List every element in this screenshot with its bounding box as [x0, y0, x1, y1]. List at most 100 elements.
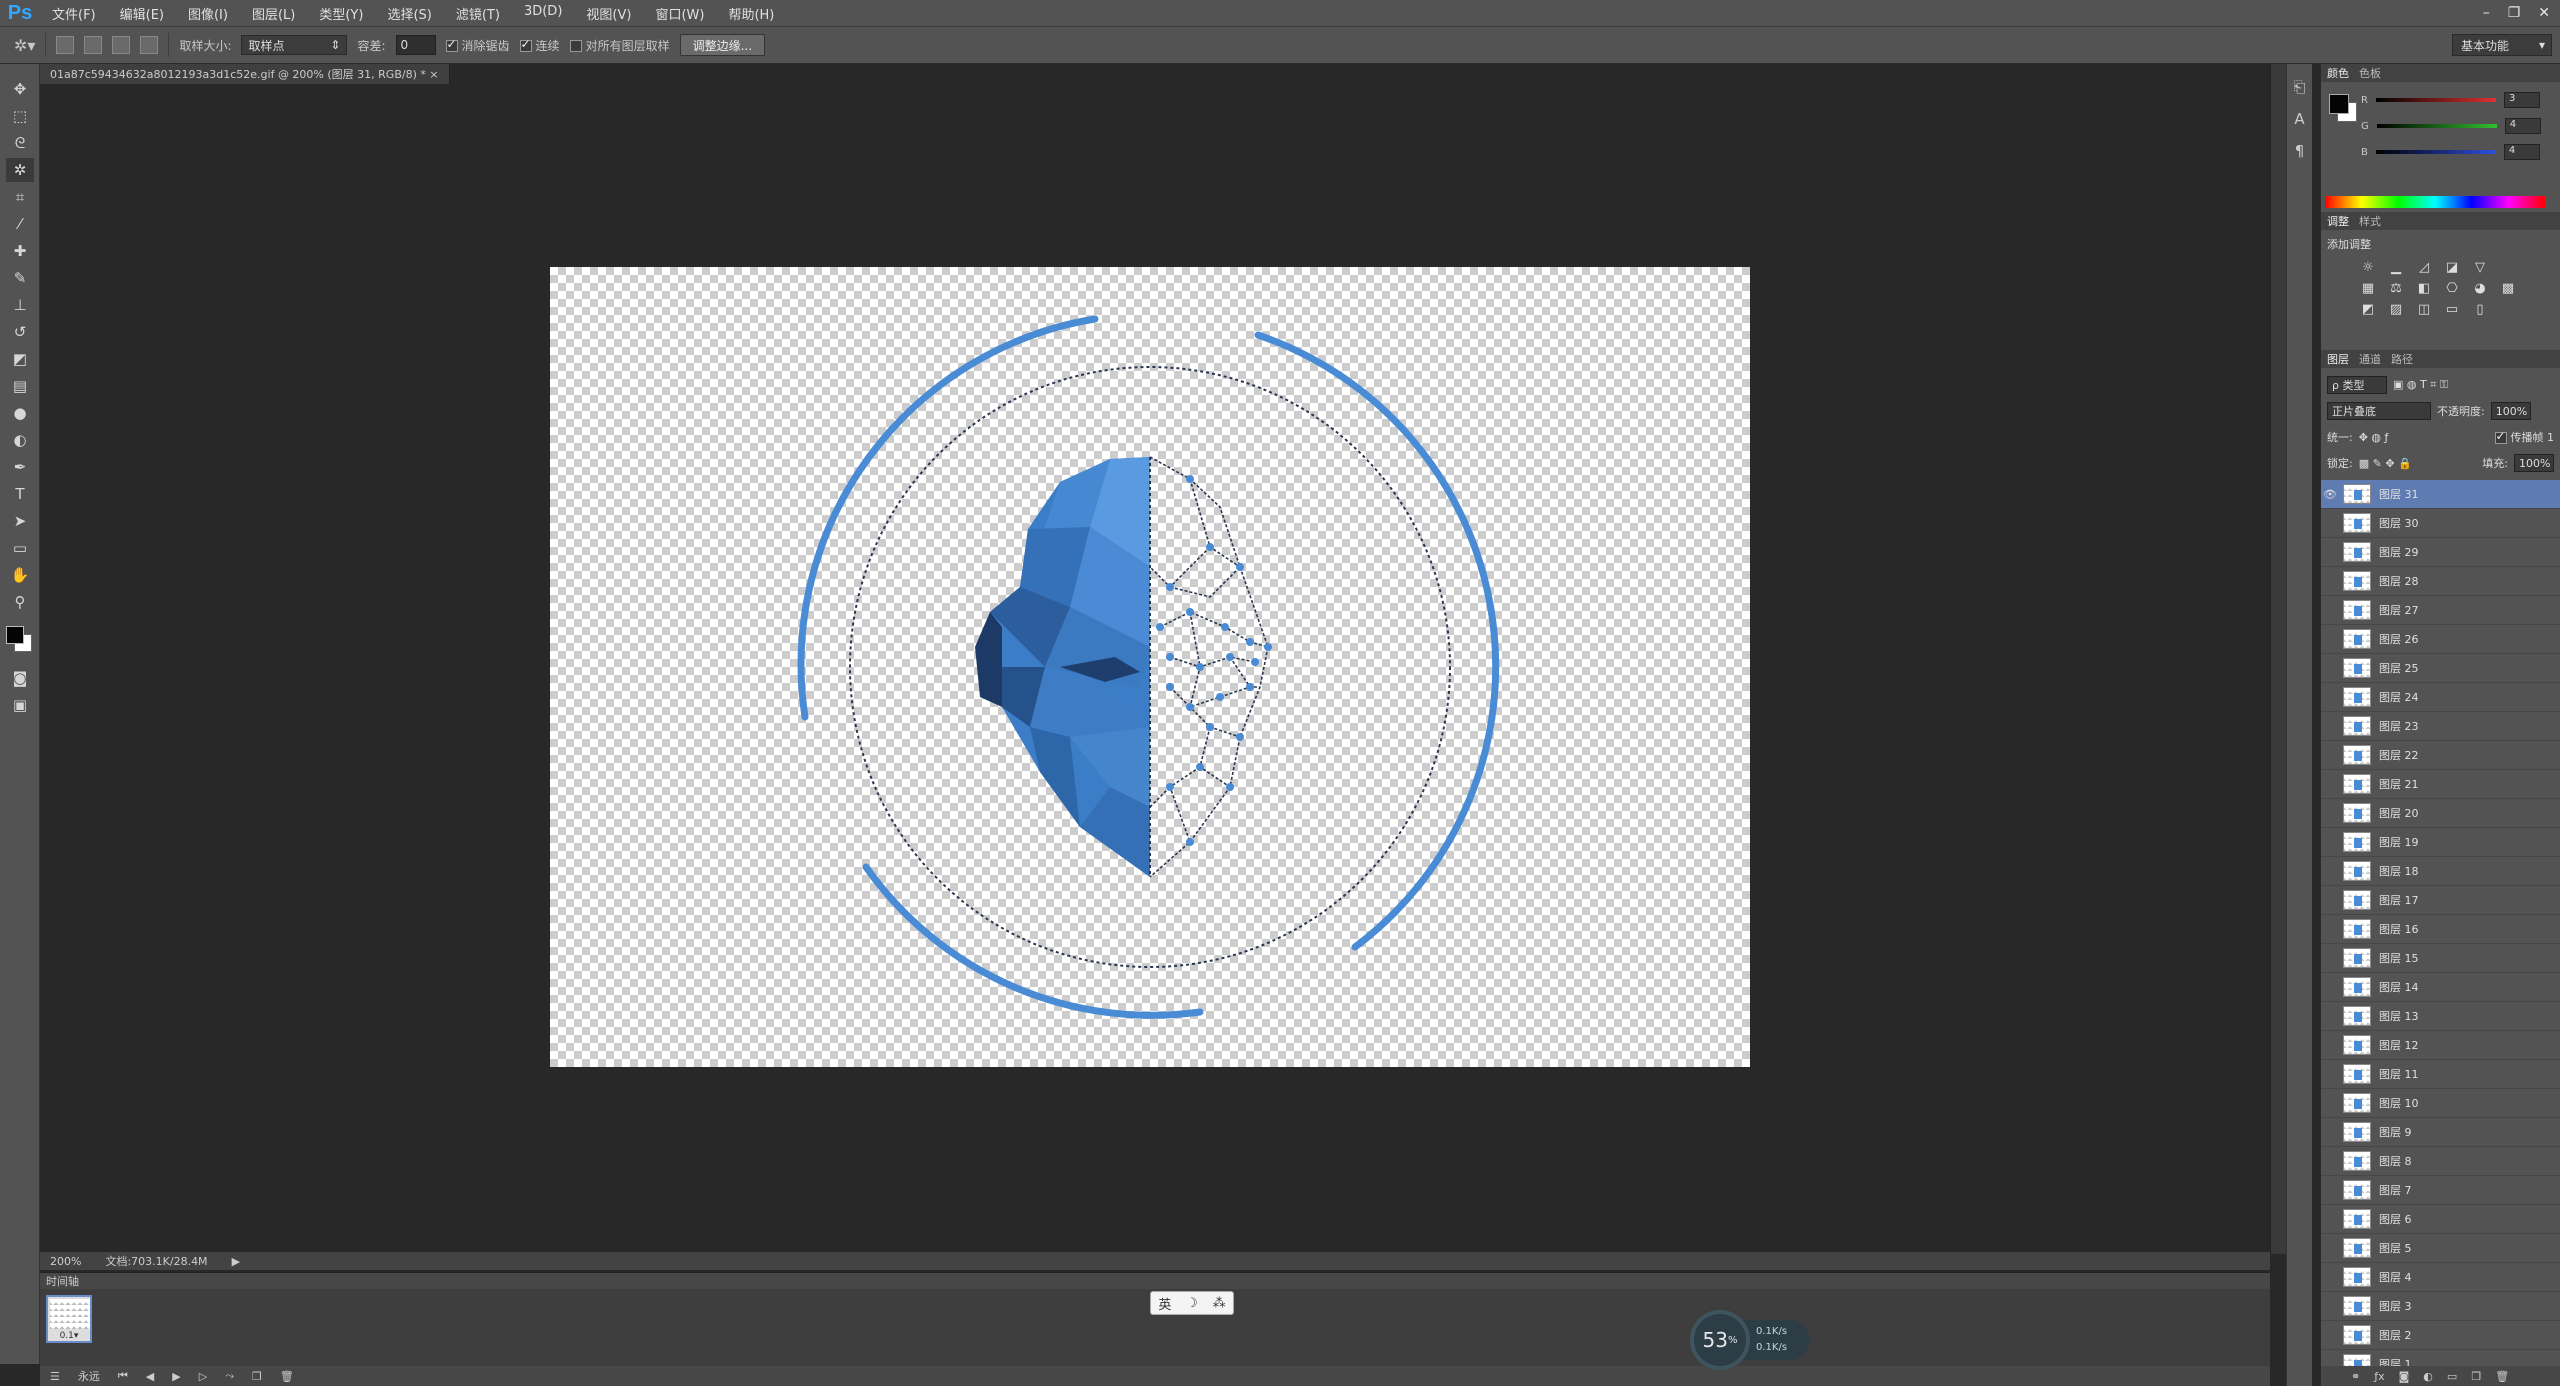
layer-row[interactable]: 图层 2 — [2321, 1321, 2560, 1350]
filter-icons[interactable]: ▣ ◍ T ⌗ ⚿ — [2393, 378, 2448, 392]
menu-item[interactable]: 类型(Y) — [307, 4, 375, 23]
paragraph-panel-icon[interactable]: ¶ — [2287, 142, 2312, 160]
channel-mixer-icon[interactable]: ◕ — [2469, 281, 2491, 296]
channel-value[interactable]: 4 — [2504, 118, 2541, 134]
ime-toolbar[interactable]: 英 ☽ ⁂ — [1150, 1291, 1234, 1315]
color-swatches[interactable] — [2, 622, 38, 658]
color-spectrum[interactable] — [2325, 196, 2545, 208]
posterize-icon[interactable]: ▨ — [2385, 302, 2407, 317]
new-selection-icon[interactable] — [56, 36, 75, 54]
new-layer-icon[interactable]: ❐ — [2471, 1370, 2481, 1383]
eye-icon[interactable]: 👁 — [2321, 488, 2339, 501]
lock-icons[interactable]: ▩ ✎ ✥ 🔒 — [2359, 457, 2412, 470]
tab-paths[interactable]: 路径 — [2391, 351, 2413, 367]
quick-mask-icon[interactable]: ◙ — [6, 666, 34, 690]
channel-slider[interactable] — [2375, 98, 2496, 102]
ime-settings-icon[interactable]: ⁂ — [1213, 1296, 1226, 1311]
group-icon[interactable]: ▭ — [2447, 1370, 2457, 1383]
contiguous-checkbox[interactable]: 连续 — [519, 37, 560, 54]
menu-item[interactable]: 图层(L) — [240, 4, 307, 23]
tab-swatches[interactable]: 色板 — [2359, 65, 2381, 81]
opacity-input[interactable]: 100% — [2490, 402, 2531, 420]
moon-icon[interactable]: ☽ — [1186, 1296, 1198, 1311]
layer-row[interactable]: 图层 25 — [2321, 654, 2560, 683]
zoom-tool-icon[interactable]: ⚲ — [6, 590, 34, 614]
eraser-tool-icon[interactable]: ◩ — [6, 347, 34, 371]
play-icon[interactable]: ▶ — [172, 1370, 180, 1383]
minimize-button[interactable]: – — [2483, 5, 2490, 21]
blur-tool-icon[interactable]: ● — [6, 401, 34, 425]
first-frame-icon[interactable]: ⏮ — [118, 1369, 128, 1383]
layer-row[interactable]: 图层 29 — [2321, 538, 2560, 567]
fill-input[interactable]: 100% — [2514, 454, 2554, 472]
next-frame-icon[interactable]: ▷ — [199, 1370, 207, 1383]
tab-layers[interactable]: 图层 — [2327, 351, 2349, 367]
layer-row[interactable]: 图层 27 — [2321, 596, 2560, 625]
layer-row[interactable]: 图层 18 — [2321, 857, 2560, 886]
lasso-tool-icon[interactable]: ᘓ — [6, 131, 34, 155]
document-canvas[interactable] — [550, 267, 1750, 1067]
foreground-color-swatch[interactable] — [2329, 94, 2349, 114]
layer-row[interactable]: 图层 21 — [2321, 770, 2560, 799]
color-balance-icon[interactable]: ⚖ — [2385, 281, 2407, 296]
intersect-selection-icon[interactable] — [140, 36, 159, 54]
zoom-level[interactable]: 200% — [50, 1255, 81, 1268]
tolerance-input[interactable]: 0 — [395, 35, 436, 55]
layer-row[interactable]: 图层 16 — [2321, 915, 2560, 944]
selective-color-icon[interactable]: ▯ — [2469, 302, 2491, 317]
workspace-select[interactable]: 基本功能 ▾ — [2452, 34, 2552, 56]
type-tool-icon[interactable]: T — [6, 482, 34, 506]
shape-tool-icon[interactable]: ▭ — [6, 536, 34, 560]
curves-icon[interactable]: ◿ — [2413, 260, 2435, 275]
layer-row[interactable]: 图层 15 — [2321, 944, 2560, 973]
black-white-icon[interactable]: ◧ — [2413, 281, 2435, 296]
menu-item[interactable]: 窗口(W) — [643, 4, 716, 23]
crop-tool-icon[interactable]: ⌗ — [6, 185, 34, 209]
refine-edge-button[interactable]: 调整边缘... — [679, 34, 766, 56]
layer-row[interactable]: 图层 14 — [2321, 973, 2560, 1002]
layer-row[interactable]: 图层 13 — [2321, 1002, 2560, 1031]
layer-row[interactable]: 图层 5 — [2321, 1234, 2560, 1263]
loop-select[interactable]: 永远 — [78, 1368, 100, 1384]
layer-row[interactable]: 图层 28 — [2321, 567, 2560, 596]
move-tool-icon[interactable]: ✥ — [6, 77, 34, 101]
magic-wand-tool-icon[interactable]: ✲ — [6, 158, 34, 182]
invert-icon[interactable]: ◩ — [2357, 302, 2379, 317]
dodge-tool-icon[interactable]: ◐ — [6, 428, 34, 452]
delete-layer-icon[interactable]: 🗑 — [2495, 1370, 2509, 1383]
vertical-scrollbar[interactable] — [2270, 64, 2286, 1254]
layer-row[interactable]: 图层 22 — [2321, 741, 2560, 770]
adjustment-layer-icon[interactable]: ◐ — [2423, 1370, 2433, 1383]
tab-adjustments[interactable]: 调整 — [2327, 213, 2349, 229]
menu-item[interactable]: 图像(I) — [176, 4, 240, 23]
restore-button[interactable]: ❐ — [2508, 5, 2521, 21]
stamp-tool-icon[interactable]: ⊥ — [6, 293, 34, 317]
link-layers-icon[interactable]: ⚭ — [2351, 1370, 2360, 1383]
blend-mode-select[interactable]: 正片叠底 — [2327, 402, 2431, 420]
sample-size-select[interactable]: 取样点 ⇕ — [241, 35, 348, 55]
layer-row[interactable]: 图层 12 — [2321, 1031, 2560, 1060]
subtract-selection-icon[interactable] — [112, 36, 131, 54]
menu-item[interactable]: 文件(F) — [40, 4, 108, 23]
vibrance-icon[interactable]: ▽ — [2469, 260, 2491, 275]
color-lookup-icon[interactable]: ▩ — [2497, 281, 2519, 296]
layer-row[interactable]: 图层 3 — [2321, 1292, 2560, 1321]
add-selection-icon[interactable] — [84, 36, 103, 54]
marquee-tool-icon[interactable]: ⬚ — [6, 104, 34, 128]
layer-row[interactable]: 图层 26 — [2321, 625, 2560, 654]
layer-row[interactable]: 图层 30 — [2321, 509, 2560, 538]
levels-icon[interactable]: ▁ — [2385, 260, 2407, 275]
duplicate-frame-icon[interactable]: ❐ — [252, 1370, 262, 1383]
photo-filter-icon[interactable]: ⎔ — [2441, 281, 2463, 296]
gradient-map-icon[interactable]: ▭ — [2441, 302, 2463, 317]
tween-icon[interactable]: ⤳ — [225, 1369, 234, 1383]
history-brush-icon[interactable]: ↺ — [6, 320, 34, 344]
channel-value[interactable]: 4 — [2503, 144, 2540, 160]
layer-row[interactable]: 图层 7 — [2321, 1176, 2560, 1205]
frame-delay[interactable]: 0.1▾ — [48, 1331, 90, 1341]
menu-item[interactable]: 滤镜(T) — [444, 4, 512, 23]
menu-item[interactable]: 帮助(H) — [716, 4, 786, 23]
close-button[interactable]: ✕ — [2538, 5, 2550, 21]
layer-filter-select[interactable]: ρ 类型 — [2327, 376, 2387, 394]
tab-channels[interactable]: 通道 — [2359, 351, 2381, 367]
